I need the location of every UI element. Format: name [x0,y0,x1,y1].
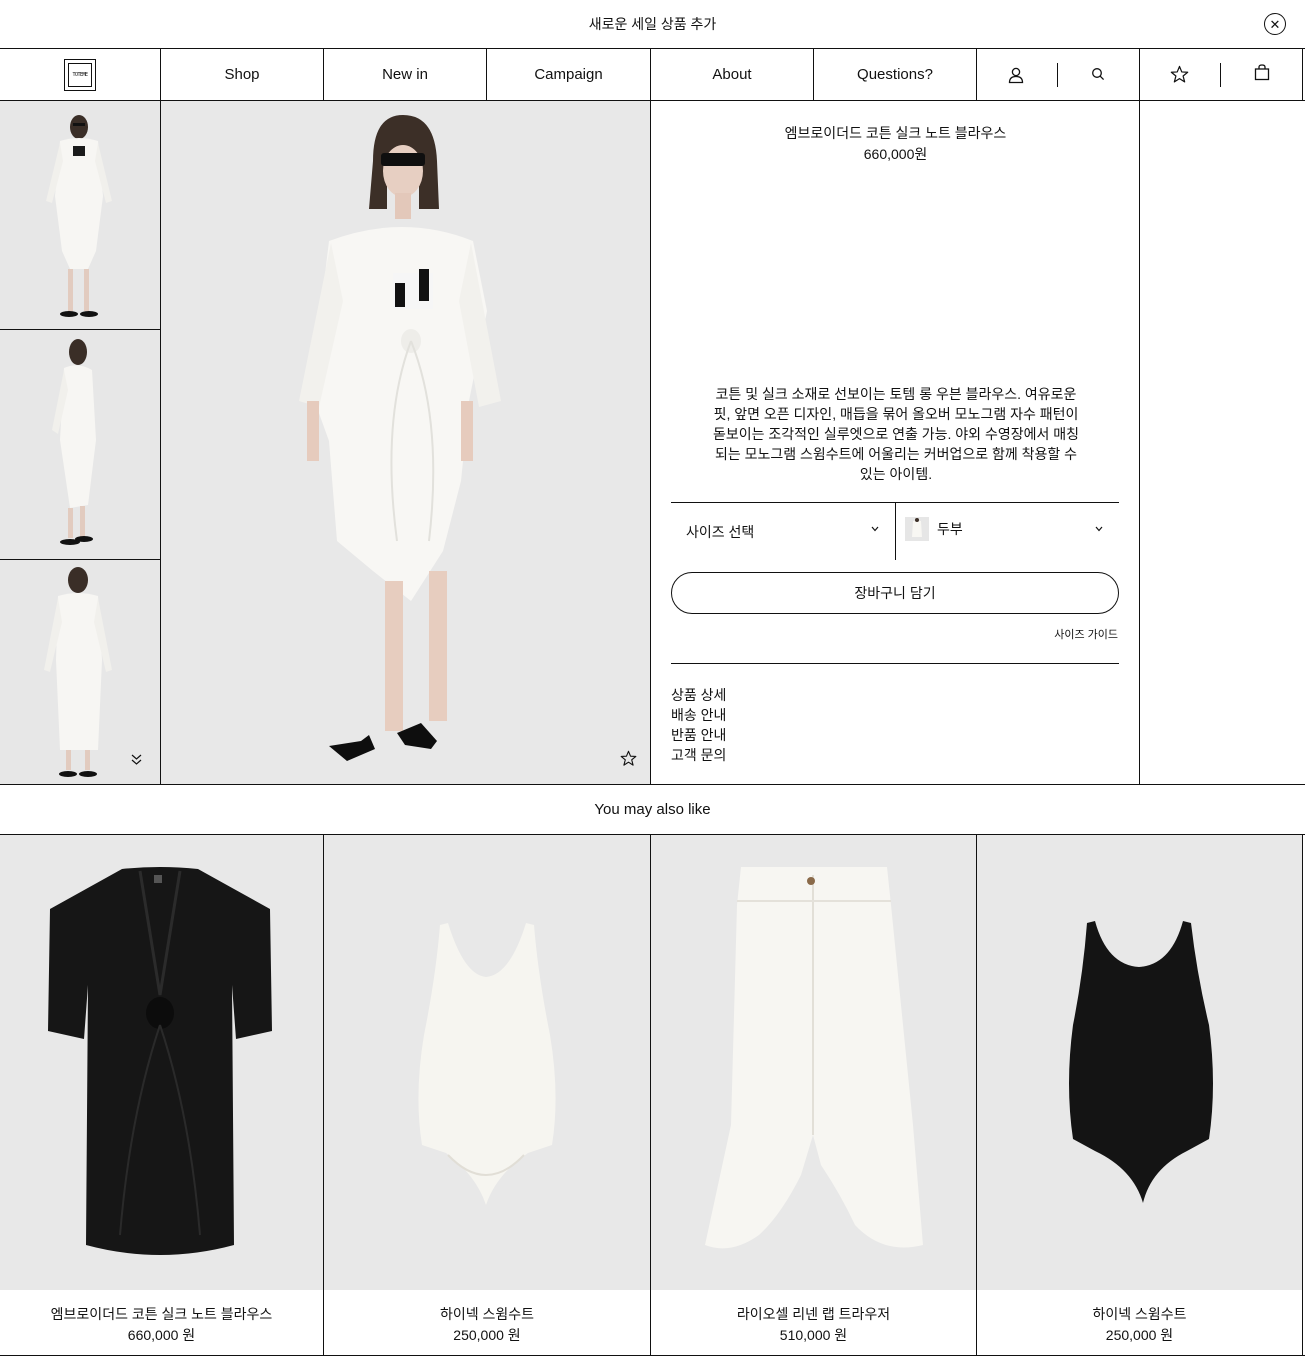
product-card-name: 하이넥 스윔수트 [1092,1306,1187,1322]
product-section: 엠브로이더드 코튼 실크 노트 블라우스 660,000원 코튼 및 실크 소재… [0,101,1305,785]
nav-item-new-in[interactable]: New in [324,49,487,100]
product-price: 660,000원 [863,146,928,162]
add-to-cart-button[interactable]: 장바구니 담기 [671,572,1119,614]
bag-icon[interactable] [1254,64,1270,81]
logo[interactable]: TOTEME [0,49,161,100]
product-card-name: 엠브로이더드 코튼 실크 노트 블라우스 [50,1306,273,1322]
divider [671,663,1119,664]
product-card-image [977,835,1302,1290]
main-nav: TOTEME Shop New in Campaign About Questi… [0,49,1305,101]
wishlist-star-icon[interactable] [620,750,637,767]
main-product-image[interactable] [161,101,651,784]
product-card-price: 660,000 원 [127,1327,196,1343]
wishlist-star-icon[interactable] [1170,65,1189,84]
variant-selectors: 사이즈 선택 두부 [671,502,1119,560]
close-icon[interactable]: ✕ [1264,13,1286,35]
account-icon[interactable] [1007,66,1025,84]
recommendations-heading: You may also like [0,785,1305,835]
product-card-image [651,835,976,1290]
color-select-label: 두부 [937,520,963,537]
chevron-double-down-icon[interactable] [130,753,143,766]
thumbnail-front[interactable] [0,101,160,330]
chevron-down-icon [871,526,879,532]
nav-item-questions[interactable]: Questions? [814,49,977,100]
logo-mark: TOTEME [64,58,96,91]
product-description: 코튼 및 실크 소재로 선보이는 토템 롱 우븐 블라우스. 여유로운 핏, 앞… [713,386,1079,482]
product-card-price: 250,000 원 [453,1327,521,1343]
nav-item-about[interactable]: About [651,49,814,100]
product-card[interactable]: 엠브로이더드 코튼 실크 노트 블라우스 660,000 원 [0,835,324,1355]
size-guide-link[interactable]: 사이즈 가이드 [1054,626,1118,642]
link-customer-inquiry[interactable]: 고객 문의 [671,745,726,765]
product-info-links: 상품 상세 배송 안내 반품 안내 고객 문의 [671,685,726,765]
product-card-image [324,835,650,1290]
search-icon[interactable] [1091,67,1105,81]
color-swatch-thumbnail [905,516,929,541]
product-card-name: 라이오셀 리넨 랩 트라우저 [736,1306,891,1322]
product-card-image [0,835,323,1290]
product-card-price: 250,000 원 [1105,1327,1174,1343]
product-card-price: 510,000 원 [779,1327,848,1343]
product-card[interactable]: 라이오셀 리넨 랩 트라우저 510,000 원 [651,835,977,1355]
size-select-label: 사이즈 선택 [686,523,755,540]
link-product-details[interactable]: 상품 상세 [671,685,726,705]
product-card[interactable]: 하이넥 스윔수트 250,000 원 [324,835,651,1355]
account-search-group [977,49,1140,100]
recommendations-grid: 엠브로이더드 코튼 실크 노트 블라우스 660,000 원 하이넥 스윔수트 … [0,835,1305,1356]
logo-text: TOTEME [72,71,88,78]
wishlist-bag-group [1140,49,1303,100]
chevron-down-icon [1095,526,1103,532]
thumbnail-back[interactable] [0,560,160,784]
color-select[interactable]: 두부 [896,503,1119,560]
nav-item-campaign[interactable]: Campaign [487,49,651,100]
icon-divider [1057,63,1058,87]
announcement-text[interactable]: 새로운 세일 상품 추가 [589,14,717,34]
product-card[interactable]: 하이넥 스윔수트 250,000 원 [977,835,1303,1355]
link-returns-info[interactable]: 반품 안내 [671,725,726,745]
thumbnail-side[interactable] [0,330,160,560]
size-select[interactable]: 사이즈 선택 [671,503,896,560]
icon-divider [1220,63,1221,87]
product-card-name: 하이넥 스윔수트 [439,1306,535,1322]
product-title: 엠브로이더드 코튼 실크 노트 블라우스 [784,125,1007,141]
announcement-bar: 새로운 세일 상품 추가 ✕ [0,0,1305,49]
product-info-panel: 엠브로이더드 코튼 실크 노트 블라우스 660,000원 코튼 및 실크 소재… [651,101,1140,784]
nav-item-shop[interactable]: Shop [161,49,324,100]
thumbnail-gallery [0,101,161,784]
link-shipping-info[interactable]: 배송 안내 [671,705,726,725]
